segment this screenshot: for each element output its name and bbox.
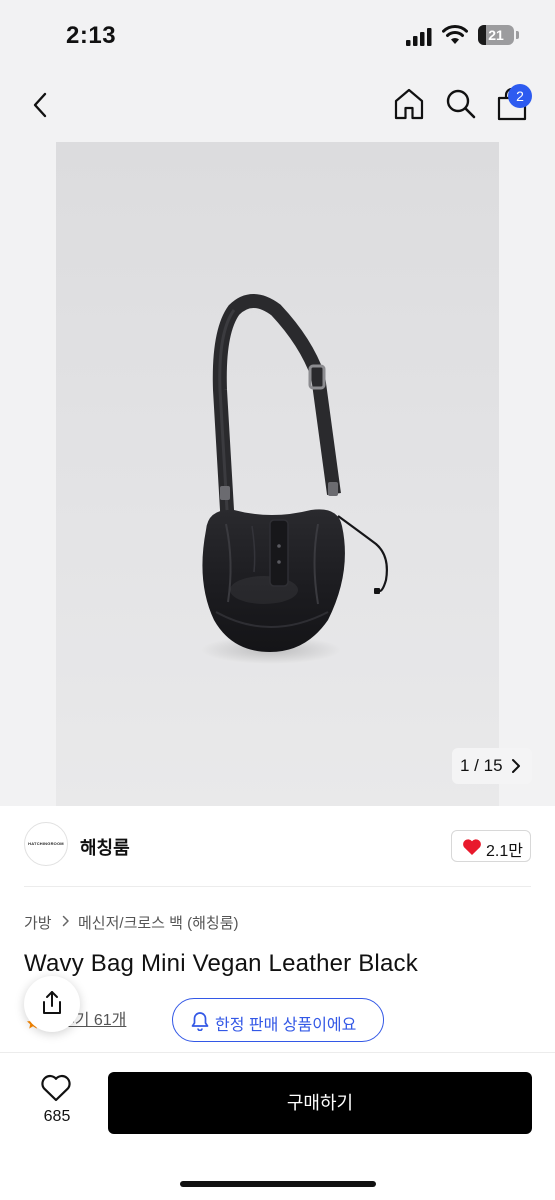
brand-like-count: 2.1만 [486, 843, 523, 860]
brand-logo[interactable]: HATCHINGROOM [24, 822, 68, 866]
home-indicator [180, 1181, 376, 1187]
image-counter[interactable]: 1 / 15 [452, 748, 532, 784]
brand-like-button[interactable]: 2.1만 [451, 830, 531, 862]
limited-sale-text: 한정 판매 상품이에요 [215, 1017, 357, 1034]
limited-sale-badge[interactable]: 한정 판매 상품이에요 [172, 998, 384, 1042]
breadcrumb-subcategory[interactable]: 메신저/크로스 백 (해칭룸) [78, 912, 239, 933]
brand-name[interactable]: 해칭룸 [80, 834, 130, 860]
heart-filled-icon [463, 839, 481, 855]
search-icon[interactable] [444, 86, 478, 122]
product-image[interactable] [56, 142, 499, 806]
wishlist-count: 685 [43, 1108, 71, 1125]
home-icon[interactable] [392, 86, 426, 122]
status-time: 2:13 [66, 22, 117, 49]
divider [24, 886, 531, 887]
share-icon [43, 991, 61, 1014]
battery-icon: 21 [478, 25, 514, 45]
top-nav-bar [0, 70, 555, 142]
cellular-signal-icon [406, 28, 432, 46]
share-button[interactable] [24, 976, 80, 1032]
chevron-right-icon [62, 915, 69, 927]
brand-logo-wordmark: HATCHINGROOM [28, 841, 64, 846]
battery-percent: 21 [488, 27, 504, 43]
buy-button[interactable]: 구매하기 [108, 1072, 532, 1134]
cart-count-badge: 2 [508, 84, 532, 108]
wifi-icon [442, 25, 468, 44]
chevron-right-icon [512, 759, 520, 773]
back-icon[interactable] [26, 88, 56, 122]
heart-outline-icon[interactable] [40, 1074, 72, 1102]
breadcrumb-category[interactable]: 가방 [24, 912, 52, 933]
bell-icon [191, 1012, 209, 1031]
image-counter-text: 1 / 15 [460, 756, 503, 775]
battery-cap [516, 31, 519, 39]
bag-illustration [201, 294, 388, 664]
product-title: Wavy Bag Mini Vegan Leather Black [24, 950, 418, 977]
status-bar: 2:13 21 [0, 0, 555, 70]
